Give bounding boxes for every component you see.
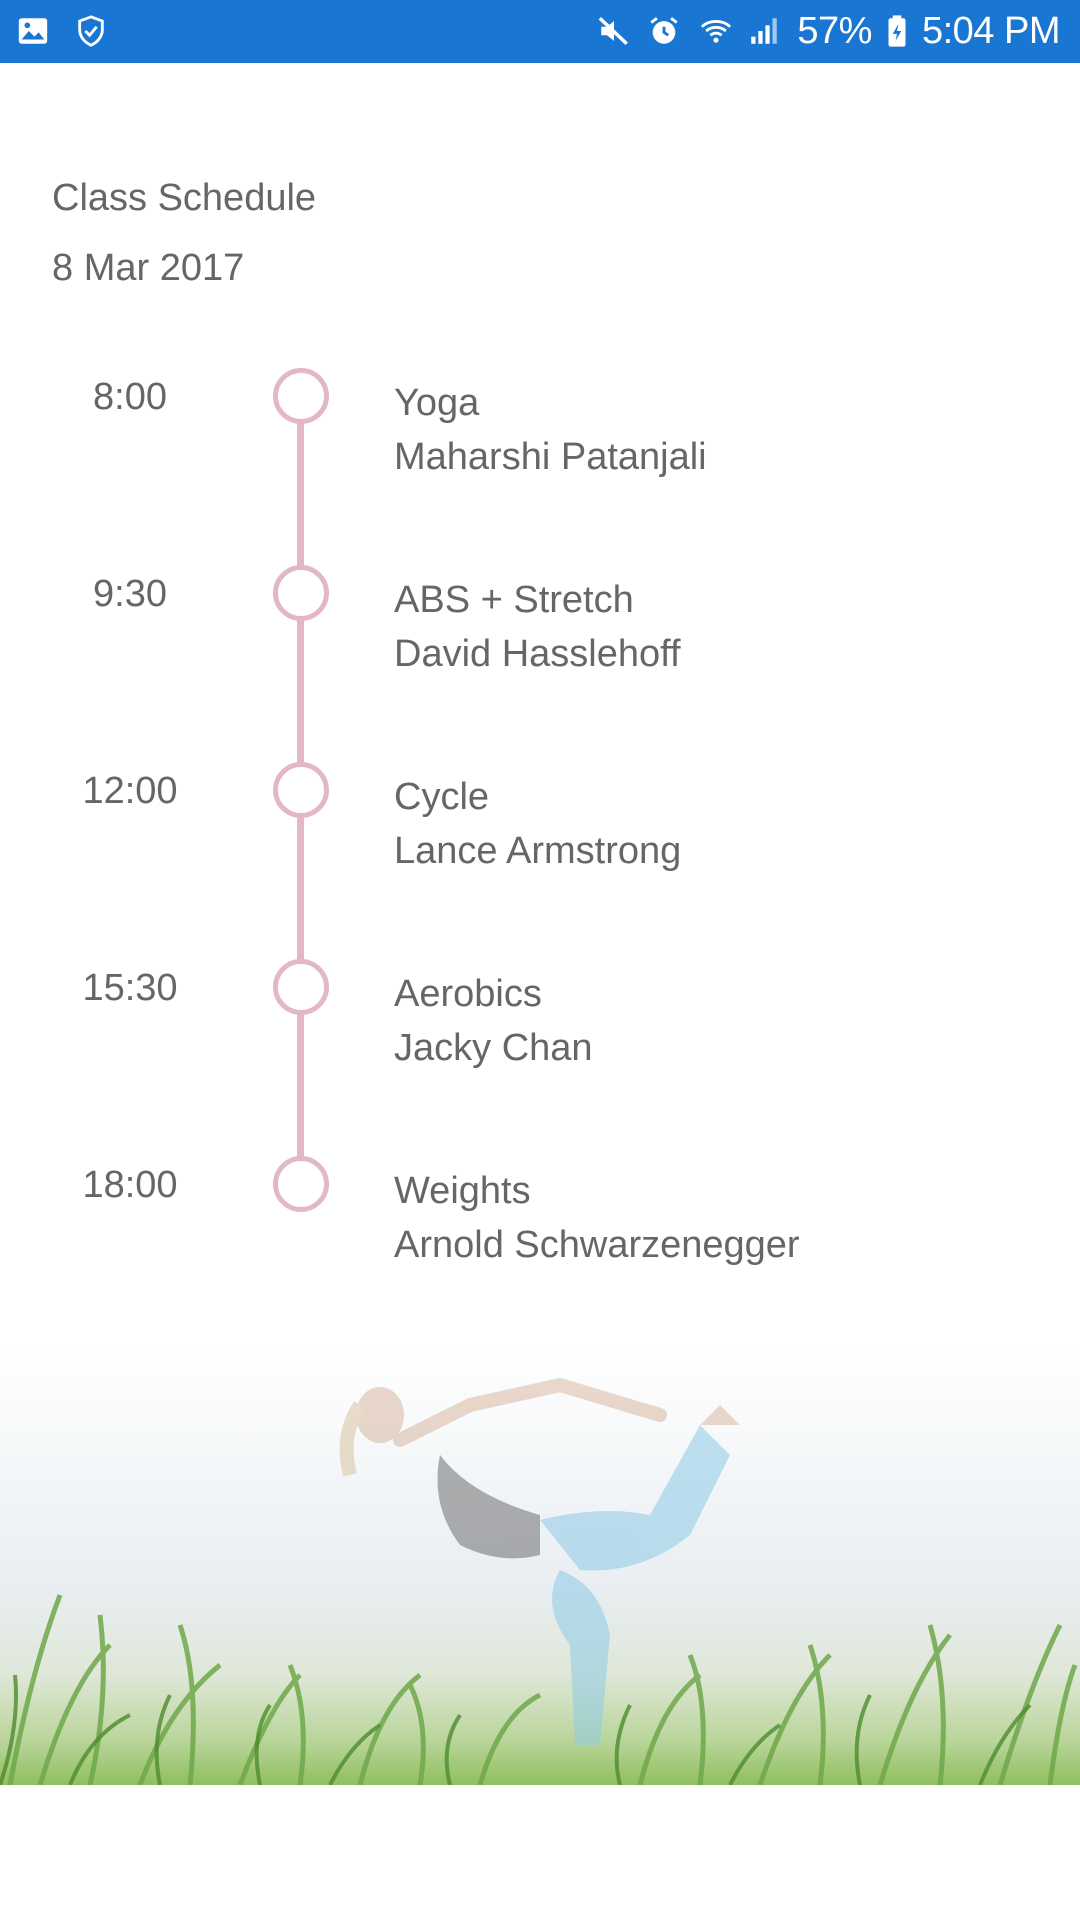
schedule-row[interactable]: 8:00 Yoga Maharshi Patanjali <box>0 368 1080 565</box>
timeline-dot <box>273 762 329 818</box>
instructor-name: Jacky Chan <box>394 1027 593 1069</box>
instructor-name: Maharshi Patanjali <box>394 436 707 478</box>
class-name: ABS + Stretch <box>394 579 634 621</box>
schedule-row[interactable]: 18:00 Weights Arnold Schwarzenegger <box>0 1156 1080 1353</box>
instructor-name: Arnold Schwarzenegger <box>394 1224 800 1266</box>
timeline-dot <box>273 368 329 424</box>
mute-icon <box>597 14 633 50</box>
signal-icon <box>747 14 783 50</box>
instructor-name: Lance Armstrong <box>394 830 682 872</box>
class-time: 15:30 <box>82 967 178 1009</box>
status-time: 5:04 PM <box>921 10 1061 52</box>
timeline-dot <box>273 1156 329 1212</box>
battery-percent: 57% <box>797 10 872 52</box>
class-time: 12:00 <box>82 770 178 812</box>
class-time: 18:00 <box>82 1164 178 1206</box>
status-right-icons: 57% 5:04 PM <box>597 0 1061 63</box>
class-name: Cycle <box>394 776 490 818</box>
schedule-row[interactable]: 15:30 Aerobics Jacky Chan <box>0 959 1080 1156</box>
schedule-row[interactable]: 9:30 ABS + Stretch David Hasslehoff <box>0 565 1080 762</box>
status-bar: 57% 5:04 PM <box>0 0 1080 63</box>
shield-check-icon <box>74 14 110 50</box>
timeline-dot <box>273 565 329 621</box>
status-left-icons <box>16 14 110 50</box>
timeline-dot <box>273 959 329 1015</box>
schedule-row[interactable]: 12:00 Cycle Lance Armstrong <box>0 762 1080 959</box>
yoga-hero-image <box>0 1345 1080 1785</box>
schedule-date: 8 Mar 2017 <box>52 247 245 289</box>
instructor-name: David Hasslehoff <box>394 633 681 675</box>
alarm-icon <box>647 14 683 50</box>
battery-icon <box>886 14 908 50</box>
class-name: Weights <box>394 1170 531 1212</box>
class-name: Aerobics <box>394 973 542 1015</box>
class-time: 9:30 <box>93 573 167 615</box>
wifi-icon <box>697 14 733 50</box>
class-time: 8:00 <box>93 376 167 418</box>
page-title: Class Schedule <box>52 177 317 219</box>
image-icon <box>16 14 52 50</box>
schedule-header: Class Schedule 8 Mar 2017 <box>52 170 316 296</box>
class-name: Yoga <box>394 382 480 424</box>
